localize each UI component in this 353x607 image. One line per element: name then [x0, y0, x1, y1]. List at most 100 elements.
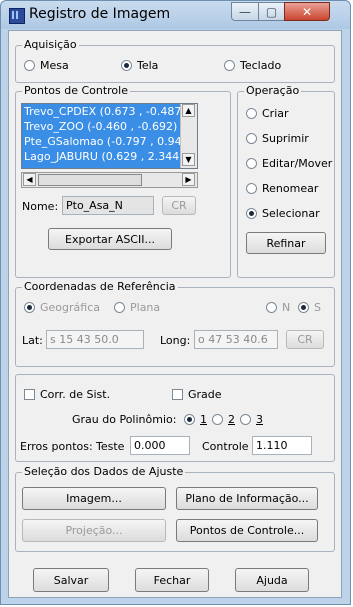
grade-label: Grade [188, 388, 222, 401]
list-horizontal-scrollbar[interactable]: ◀ ▶ [21, 172, 198, 188]
radio-geografica-circle [24, 302, 35, 313]
scroll-right-icon[interactable]: ▶ [182, 173, 195, 186]
radio-criar-circle [246, 108, 257, 119]
radio-renomear-circle [246, 183, 257, 194]
radio-mesa-label: Mesa [40, 59, 69, 72]
radio-editar-mover-label: Editar/Mover [262, 157, 333, 170]
radio-renomear[interactable]: Renomear [246, 182, 318, 195]
ajuda-button[interactable]: Ajuda [235, 568, 309, 592]
radio-tela[interactable]: Tela [121, 59, 158, 72]
pontos-list[interactable]: Trevo_CPDEX (0.673 , -0.487 Trevo_ZOO (-… [21, 103, 198, 169]
radio-grau-3-circle [240, 414, 251, 425]
corr-sist-label: Corr. de Sist. [40, 388, 111, 401]
nome-input[interactable]: Pto_Asa_N [62, 196, 154, 215]
projecao-button[interactable]: Projeção... [22, 519, 166, 542]
scroll-thumb[interactable] [38, 174, 142, 186]
radio-mesa-circle [24, 60, 35, 71]
aquisicao-label: Aquisição [22, 38, 79, 51]
lat-input[interactable]: s 15 43 50.0 [46, 330, 144, 349]
radio-criar[interactable]: Criar [246, 107, 289, 120]
operacao-group: Operação Criar Suprimir Editar/Mover Ren… [237, 84, 335, 278]
radio-grau-2-circle [212, 414, 223, 425]
exportar-ascii-button[interactable]: Exportar ASCII... [48, 228, 172, 250]
pontos-label: Pontos de Controle [22, 84, 130, 97]
radio-grau-1-label: 1 [200, 413, 207, 426]
scroll-down-icon[interactable]: ▼ [182, 153, 195, 166]
minimize-button[interactable]: — [231, 2, 259, 21]
list-item[interactable]: Lago_JABURU (0.629 , 2.344 [22, 149, 184, 164]
refinar-button[interactable]: Refinar [246, 232, 326, 254]
radio-teclado-circle [224, 60, 235, 71]
radio-selecionar[interactable]: Selecionar [246, 207, 320, 220]
list-item[interactable]: Trevo_CPDEX (0.673 , -0.487 [22, 104, 184, 119]
radio-geografica[interactable]: Geográfica [24, 301, 100, 314]
radio-editar-mover-circle [246, 158, 257, 169]
radio-n[interactable]: N [266, 301, 290, 314]
radio-plana[interactable]: Plana [114, 301, 160, 314]
maximize-button[interactable]: ▢ [258, 2, 285, 21]
window-title: Registro de Imagem [29, 6, 171, 22]
radio-s-label: S [314, 301, 321, 314]
selecao-label: Seleção dos Dados de Ajuste [22, 465, 186, 478]
radio-s[interactable]: S [298, 301, 321, 314]
long-input[interactable]: o 47 53 40.6 [194, 330, 278, 349]
radio-grau-3-label: 3 [256, 413, 263, 426]
scroll-up-icon[interactable]: ▲ [182, 104, 195, 117]
radio-grau-1-circle [184, 414, 195, 425]
title-bar[interactable]: Registro de Imagem — ▢ ✕ [1, 1, 350, 29]
plano-informacao-button[interactable]: Plano de Informação... [176, 487, 318, 510]
radio-editar-mover[interactable]: Editar/Mover [246, 157, 332, 170]
app-icon [9, 8, 25, 24]
radio-renomear-label: Renomear [262, 182, 319, 195]
radio-grau-2[interactable]: 2 [212, 413, 235, 426]
grade-checkbox[interactable]: Grade [172, 388, 222, 401]
controle-input[interactable]: 1.110 [252, 436, 312, 455]
pontos-controle-button[interactable]: Pontos de Controle... [176, 519, 318, 542]
teste-input[interactable]: 0.000 [130, 436, 190, 455]
corr-sist-box [24, 389, 35, 400]
teste-label: Teste [96, 440, 125, 453]
radio-n-label: N [282, 301, 291, 314]
dialog-client: Aquisição Mesa Tela Teclado Pontos de Co… [8, 30, 342, 598]
lat-label: Lat: [22, 334, 43, 347]
radio-plana-label: Plana [130, 301, 161, 314]
radio-suprimir[interactable]: Suprimir [246, 132, 309, 145]
radio-n-circle [266, 302, 277, 313]
list-item[interactable]: Pte_GSalomao (-0.797 , 0.942 [22, 134, 184, 149]
long-cr-button[interactable]: CR [286, 330, 324, 349]
fechar-button[interactable]: Fechar [135, 568, 209, 592]
radio-plana-circle [114, 302, 125, 313]
radio-geografica-label: Geográfica [40, 301, 100, 314]
grau-label: Grau do Polinômio: [72, 413, 177, 426]
coordenadas-group: Coordenadas de Referência Geográfica Pla… [15, 280, 335, 367]
nome-label: Nome: [22, 200, 59, 213]
close-button[interactable]: ✕ [284, 2, 330, 21]
controle-label: Controle [202, 440, 249, 453]
radio-suprimir-circle [246, 133, 257, 144]
operacao-label: Operação [244, 84, 302, 97]
radio-selecionar-label: Selecionar [262, 207, 320, 220]
long-label: Long: [160, 334, 191, 347]
coordenadas-label: Coordenadas de Referência [22, 280, 178, 293]
radio-criar-label: Criar [262, 107, 289, 120]
sistema-group: Corr. de Sist. Grade Grau do Polinômio: … [15, 374, 335, 462]
radio-s-circle [298, 302, 309, 313]
pontos-group: Pontos de Controle Trevo_CPDEX (0.673 , … [15, 84, 231, 278]
list-vertical-scrollbar[interactable]: ▲ ▼ [180, 104, 197, 168]
nome-cr-button[interactable]: CR [162, 196, 196, 215]
salvar-button[interactable]: Salvar [33, 568, 109, 592]
grade-box [172, 389, 183, 400]
registro-imagem-window: Registro de Imagem — ▢ ✕ Aquisição Mesa … [0, 0, 351, 605]
imagem-button[interactable]: Imagem... [22, 487, 166, 510]
radio-grau-1[interactable]: 1 [184, 413, 207, 426]
radio-mesa[interactable]: Mesa [24, 59, 69, 72]
corr-sist-checkbox[interactable]: Corr. de Sist. [24, 388, 110, 401]
list-item[interactable]: Trevo_ZOO (-0.460 , -0.692) [22, 119, 184, 134]
scroll-left-icon[interactable]: ◀ [23, 173, 36, 186]
radio-teclado[interactable]: Teclado [224, 59, 281, 72]
radio-tela-circle [121, 60, 132, 71]
radio-grau-3[interactable]: 3 [240, 413, 263, 426]
radio-suprimir-label: Suprimir [262, 132, 309, 145]
aquisicao-group: Aquisição Mesa Tela Teclado [15, 38, 335, 83]
radio-teclado-label: Teclado [240, 59, 282, 72]
